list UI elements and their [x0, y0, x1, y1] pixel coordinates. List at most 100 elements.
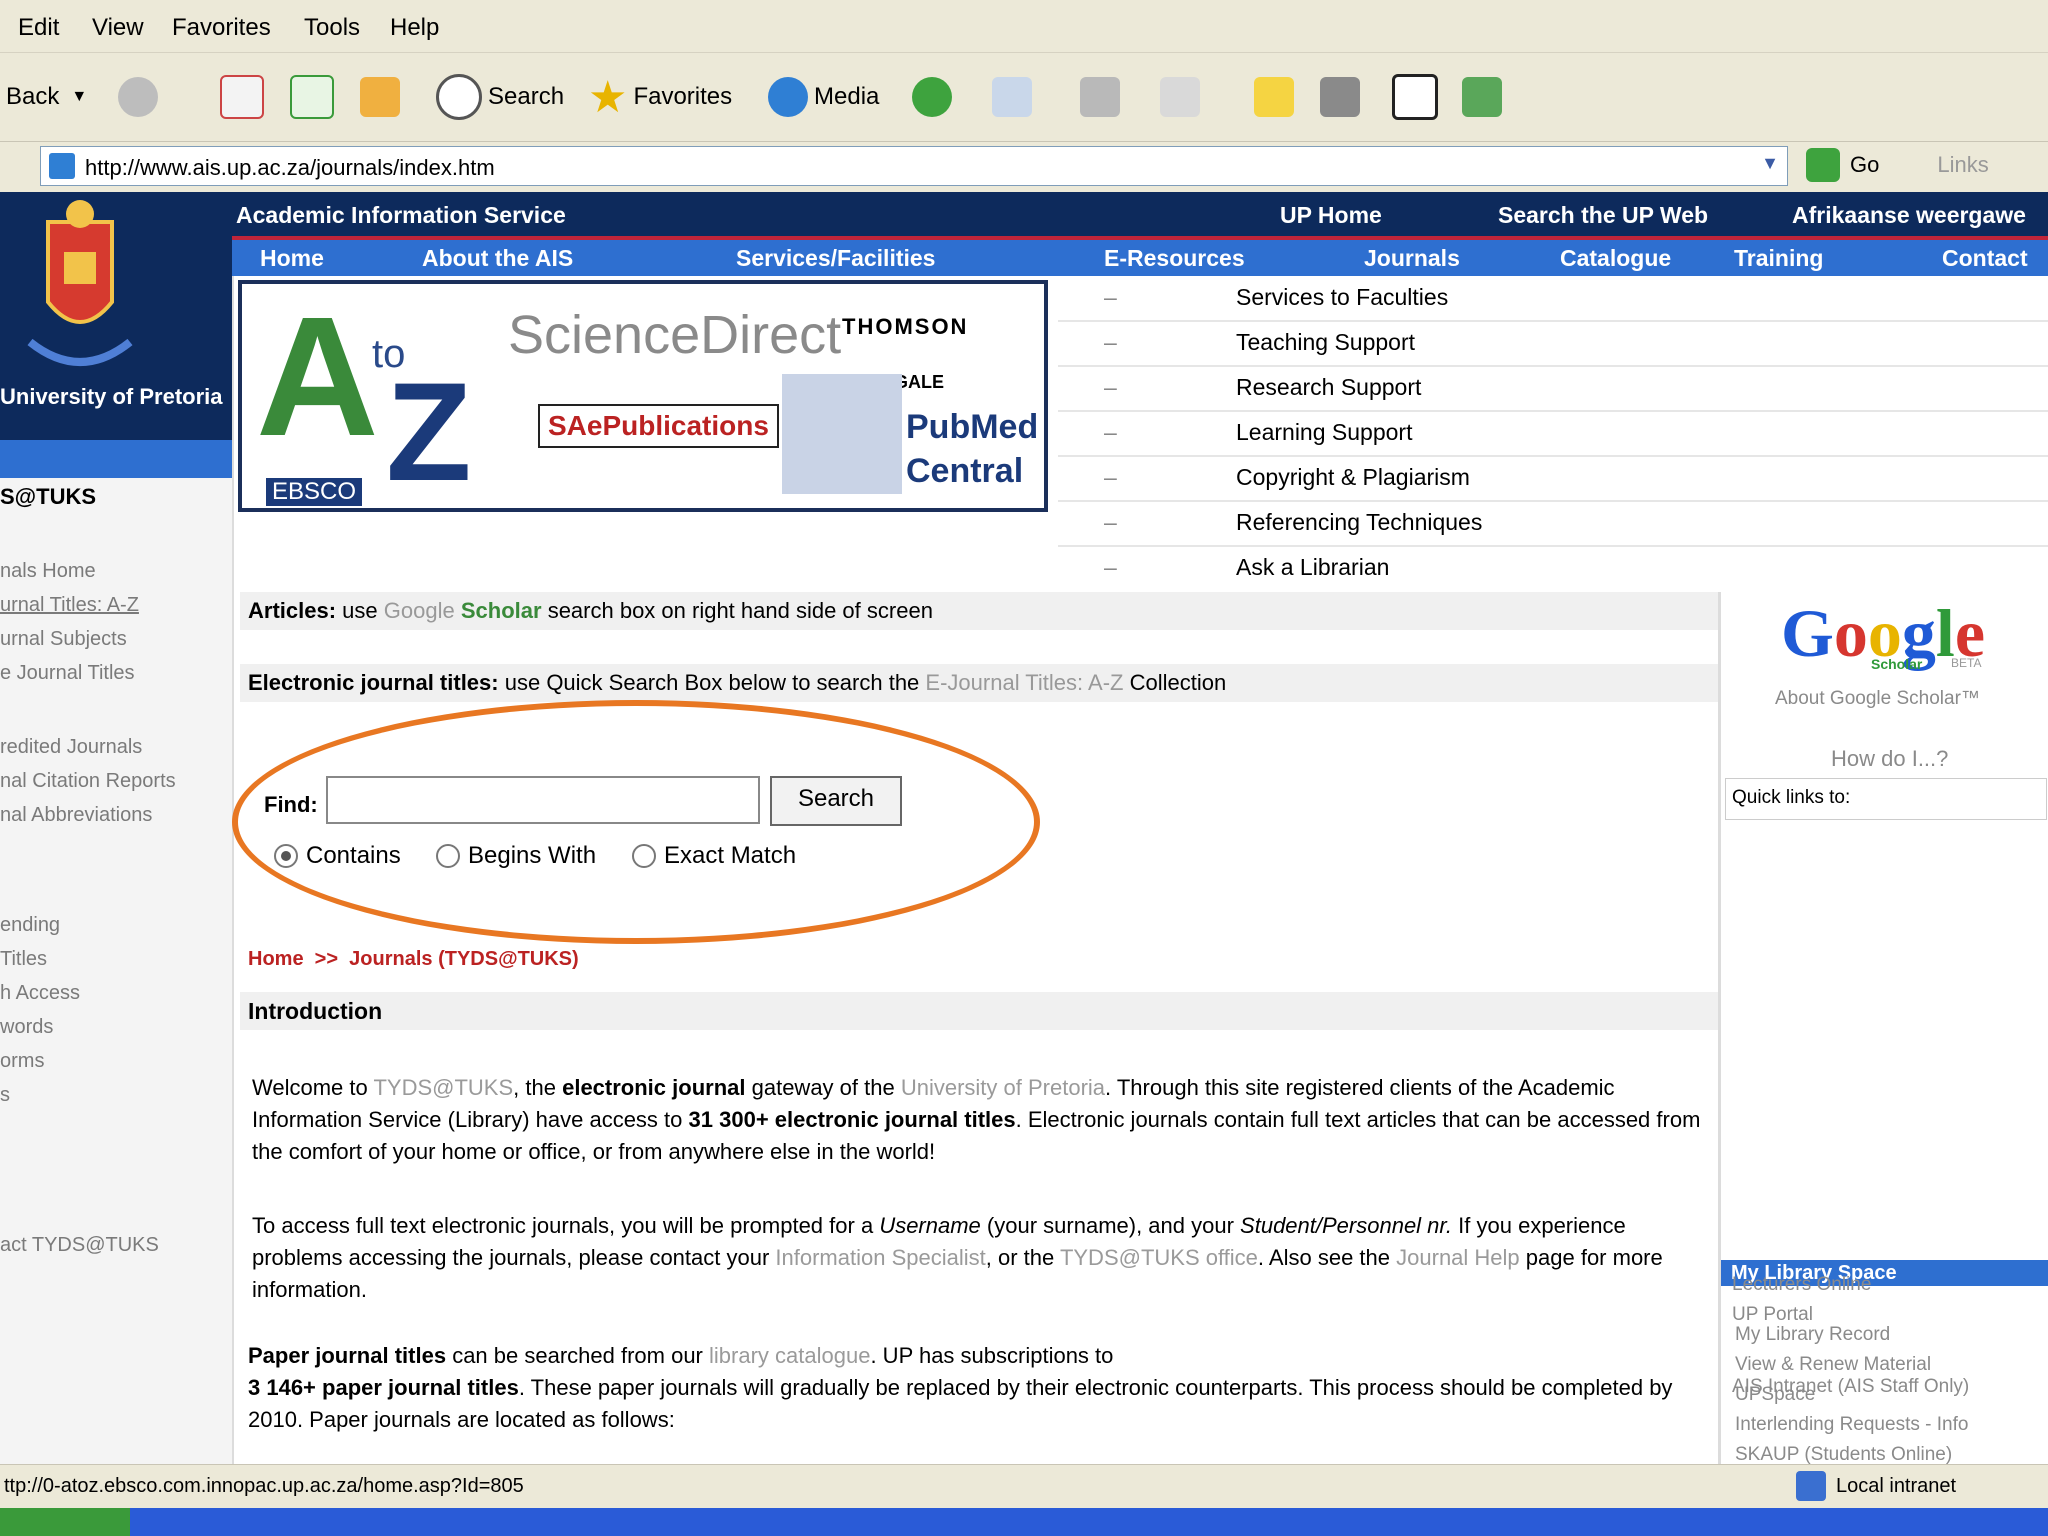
- sidebar-link[interactable]: e Journal Titles: [0, 662, 135, 685]
- go-button[interactable]: Go Links: [1806, 148, 1989, 182]
- menu-view[interactable]: View: [92, 14, 144, 42]
- folder-button[interactable]: [1254, 71, 1294, 123]
- sidebar-link[interactable]: h Access: [0, 982, 80, 1005]
- messenger-button[interactable]: [1392, 71, 1438, 123]
- mylib-link[interactable]: View & Renew Material: [1735, 1354, 1931, 1376]
- about-google-scholar-link[interactable]: About Google Scholar™: [1775, 688, 1980, 710]
- services-item-label: Teaching Support: [1236, 329, 1416, 355]
- scholar-link[interactable]: Scholar: [461, 598, 542, 623]
- search-button[interactable]: Search: [436, 71, 564, 123]
- services-item[interactable]: – Research Support: [1058, 370, 2048, 412]
- sidebar-link[interactable]: orms: [0, 1050, 44, 1073]
- tools-icon: [1462, 77, 1502, 117]
- sidebar-link[interactable]: urnal Subjects: [0, 628, 127, 651]
- research-icon: [1320, 77, 1360, 117]
- breadcrumb[interactable]: Home >> Journals (TYDS@TUKS): [248, 948, 579, 971]
- sidebar-link[interactable]: act TYDS@TUKS: [0, 1234, 159, 1257]
- nav-about[interactable]: About the AIS: [422, 245, 573, 272]
- menu-tools[interactable]: Tools: [304, 14, 360, 42]
- nav-training[interactable]: Training: [1734, 245, 1823, 272]
- links-label[interactable]: Links: [1937, 152, 1988, 178]
- favorites-label: Favorites: [633, 83, 733, 110]
- sidebar-link[interactable]: Titles: [0, 948, 47, 971]
- services-item[interactable]: – Teaching Support: [1058, 325, 2048, 367]
- messenger-icon: [1392, 74, 1438, 120]
- refresh-icon: [290, 75, 334, 119]
- dropdown-icon[interactable]: ▼: [1761, 153, 1779, 174]
- ejournal-az-link[interactable]: E-Journal Titles: A-Z: [925, 670, 1123, 695]
- favorites-button[interactable]: ★ Favorites: [588, 71, 732, 123]
- sidebar-link[interactable]: nals Home: [0, 560, 96, 583]
- nav-contact[interactable]: Contact: [1942, 245, 2028, 272]
- nav-services[interactable]: Services/Facilities: [736, 245, 935, 272]
- menu-edit[interactable]: Edit: [18, 14, 59, 42]
- print-button[interactable]: [1080, 71, 1120, 123]
- mylib-link[interactable]: My Library Record: [1735, 1324, 1890, 1346]
- sidebar-link[interactable]: redited Journals: [0, 736, 142, 759]
- services-item[interactable]: – Services to Faculties: [1058, 280, 2048, 322]
- services-item[interactable]: – Learning Support: [1058, 415, 2048, 457]
- star-icon: ★: [588, 72, 628, 122]
- sidebar-link[interactable]: nal Abbreviations: [0, 804, 152, 827]
- a-to-z-logo: A to Z EBSCO: [246, 292, 486, 508]
- site-title: Academic Information Service: [236, 202, 566, 228]
- header-link-afrikaans[interactable]: Afrikaanse weergawe: [1792, 202, 2026, 229]
- crest-icon: [27, 200, 133, 366]
- nav-journals[interactable]: Journals: [1364, 245, 1460, 272]
- ais-intranet-link[interactable]: AIS Intranet (AIS Staff Only): [1732, 1376, 1969, 1398]
- history-button[interactable]: [912, 71, 958, 123]
- mylib-link[interactable]: UP Portal: [1732, 1304, 1813, 1326]
- up-link[interactable]: University of Pretoria: [901, 1075, 1105, 1100]
- stop-button[interactable]: [220, 71, 264, 123]
- left-stripe: [0, 440, 232, 478]
- mylib-link[interactable]: Lecturers Online: [1732, 1274, 1871, 1296]
- menu-favorites[interactable]: Favorites: [172, 14, 271, 42]
- journal-help-link[interactable]: Journal Help: [1396, 1245, 1520, 1270]
- sidebar-link[interactable]: nal Citation Reports: [0, 770, 176, 793]
- nav-catalogue[interactable]: Catalogue: [1560, 245, 1671, 272]
- services-item[interactable]: – Referencing Techniques: [1058, 505, 2048, 547]
- articles-label: Articles:: [248, 598, 337, 623]
- bullet-icon: –: [1104, 374, 1117, 400]
- research-button[interactable]: [1320, 71, 1360, 123]
- services-item[interactable]: – Copyright & Plagiarism: [1058, 460, 2048, 502]
- sidebar-link[interactable]: s: [0, 1084, 10, 1107]
- services-item[interactable]: – Ask a Librarian: [1058, 550, 2048, 590]
- search-icon: [436, 74, 482, 120]
- articles-text-2: search box on right hand side of screen: [547, 598, 933, 623]
- information-specialist-link[interactable]: Information Specialist: [775, 1245, 985, 1270]
- university-name: University of Pretoria: [0, 384, 223, 409]
- mail-button[interactable]: [992, 71, 1032, 123]
- sidebar-link[interactable]: words: [0, 1016, 53, 1039]
- google-link[interactable]: Google: [384, 598, 455, 623]
- how-do-i-label: How do I...?: [1831, 746, 1949, 771]
- back-button[interactable]: Back ▼: [6, 71, 87, 123]
- mylib-link[interactable]: SKAUP (Students Online): [1735, 1444, 1952, 1464]
- sidebar-link[interactable]: ending: [0, 914, 60, 937]
- library-catalogue-link[interactable]: library catalogue: [709, 1343, 870, 1368]
- nav-home[interactable]: Home: [260, 245, 324, 272]
- header-link-search-up[interactable]: Search the UP Web: [1498, 202, 1708, 229]
- ejournal-band: Electronic journal titles: use Quick Sea…: [240, 664, 1718, 702]
- tyds-office-link[interactable]: TYDS@TUKS office: [1060, 1245, 1258, 1270]
- refresh-button[interactable]: [290, 71, 334, 123]
- menu-bar: Edit View Favorites Tools Help: [0, 0, 2048, 53]
- search-label: Search: [488, 83, 565, 110]
- tools-button[interactable]: [1462, 71, 1502, 123]
- quick-links-select[interactable]: Quick links to:: [1725, 778, 2047, 820]
- start-button[interactable]: [0, 1508, 130, 1536]
- sidebar-link[interactable]: urnal Titles: A-Z: [0, 594, 139, 617]
- tyds-link[interactable]: TYDS@TUKS: [373, 1075, 513, 1100]
- mylib-link[interactable]: Interlending Requests - Info: [1735, 1414, 1968, 1436]
- articles-band: Articles: use Google Scholar search box …: [240, 592, 1718, 630]
- home-button[interactable]: [360, 71, 400, 123]
- media-button[interactable]: Media: [768, 71, 879, 123]
- header-link-up-home[interactable]: UP Home: [1280, 202, 1382, 229]
- edit-button[interactable]: [1160, 71, 1200, 123]
- nav-e-resources[interactable]: E-Resources: [1104, 245, 1245, 272]
- address-input[interactable]: http://www.ais.up.ac.za/journals/index.h…: [40, 146, 1788, 186]
- intro-paragraph-2: To access full text electronic journals,…: [252, 1213, 1663, 1302]
- forward-button[interactable]: [118, 71, 164, 123]
- menu-help[interactable]: Help: [390, 14, 439, 42]
- status-url: ttp://0-atoz.ebsco.com.innopac.up.ac.za/…: [4, 1475, 524, 1497]
